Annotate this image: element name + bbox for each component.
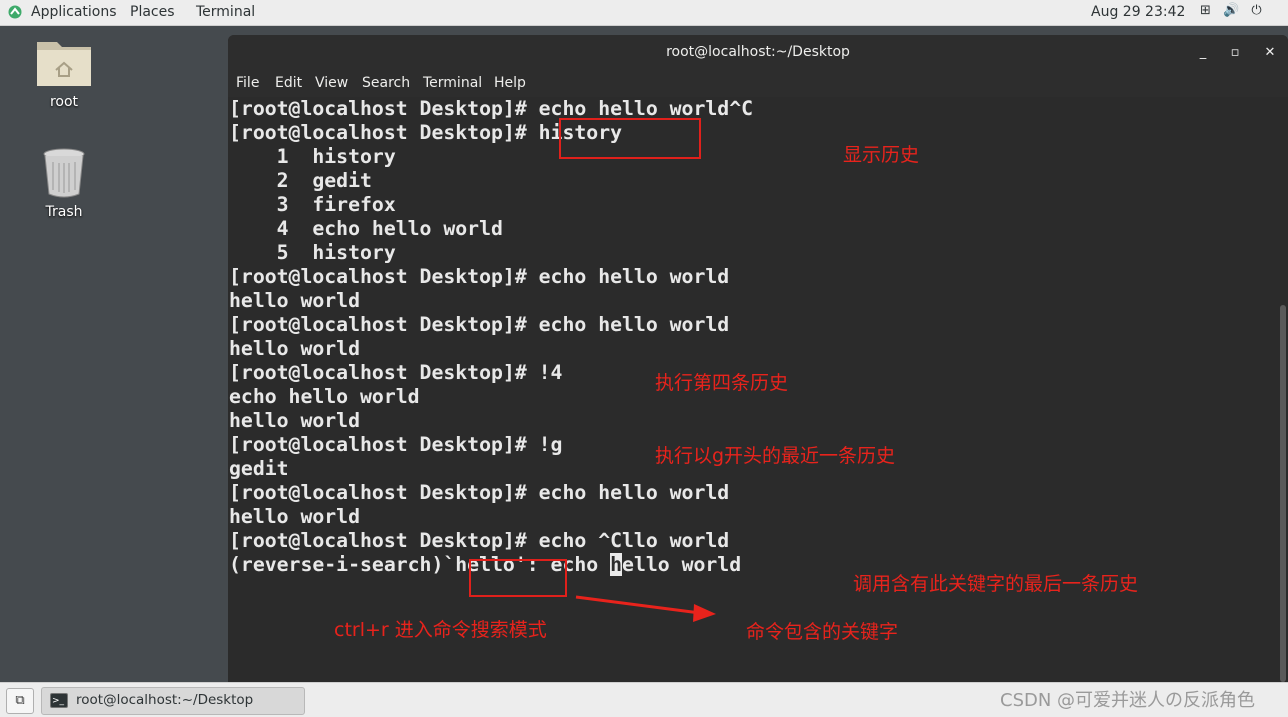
gnome-logo-icon (8, 5, 22, 19)
close-button[interactable]: ✕ (1260, 43, 1280, 63)
minimize-button[interactable]: _ (1193, 43, 1213, 63)
menu-help[interactable]: Help (494, 75, 526, 91)
terminal-line: [root@localhost Desktop]# echo hello wor… (229, 265, 730, 288)
taskbar-window-label: root@localhost:~/Desktop (76, 692, 254, 708)
clock[interactable]: Aug 29 23:42 (1091, 4, 1185, 20)
annotation-run-fourth: 执行第四条历史 (655, 372, 789, 394)
trash-icon (43, 148, 85, 198)
scrollbar-thumb[interactable] (1280, 305, 1286, 682)
desktop-icon-label: root (49, 94, 79, 110)
terminal-line: hello world (229, 409, 361, 432)
terminal-app-menu[interactable]: Terminal (196, 4, 255, 20)
menu-file[interactable]: File (236, 75, 259, 91)
text-cursor: h (610, 553, 623, 576)
keyword-highlight-box (469, 559, 567, 597)
menu-terminal[interactable]: Terminal (423, 75, 482, 91)
terminal-line: gedit (229, 457, 289, 480)
desktop-icon-label: Trash (45, 204, 83, 220)
annotation-show-history: 显示历史 (843, 144, 920, 166)
terminal-line: echo hello world (229, 385, 420, 408)
terminal-line: 2 gedit (229, 169, 372, 192)
menu-view[interactable]: View (315, 75, 348, 91)
terminal-icon: >_ (50, 693, 68, 708)
terminal-line: [root@localhost Desktop]# !4 (229, 361, 563, 384)
show-desktop-button[interactable]: ⧉ (6, 688, 34, 714)
maximize-button[interactable]: ▫ (1225, 43, 1245, 63)
home-folder-icon (37, 42, 91, 86)
window-titlebar[interactable]: root@localhost:~/Desktop _ ▫ ✕ (228, 35, 1288, 71)
annotation-ctrl-r: ctrl+r 进入命令搜索模式 (334, 619, 547, 641)
bottom-panel: ⧉ >_ root@localhost:~/Desktop CSDN @可爱并迷… (0, 682, 1288, 717)
terminal-line: [root@localhost Desktop]# !g (229, 433, 563, 456)
menubar: File Edit View Search Terminal Help (228, 71, 1288, 97)
annotation-run-g: 执行以g开头的最近一条历史 (655, 445, 896, 467)
terminal-line: [root@localhost Desktop]# echo ^Cllo wor… (229, 529, 730, 552)
terminal-line: 4 echo hello world (229, 217, 503, 240)
annotation-call-keyword: 调用含有此关键字的最后一条历史 (853, 573, 1139, 595)
terminal-line: 1 history (229, 145, 396, 168)
terminal-line: hello world (229, 289, 361, 312)
menu-edit[interactable]: Edit (275, 75, 302, 91)
terminal-line: [root@localhost Desktop]# echo hello wor… (229, 481, 730, 504)
terminal-line: hello world (229, 337, 361, 360)
volume-icon: 🔊 (1223, 3, 1240, 18)
history-highlight-box (559, 118, 701, 159)
power-icon: ⏻ (1251, 3, 1262, 18)
window-title: root@localhost:~/Desktop (666, 44, 850, 60)
terminal-line: 3 firefox (229, 193, 396, 216)
terminal-scrollbar[interactable] (1278, 97, 1288, 682)
menu-search[interactable]: Search (362, 75, 410, 91)
annotation-keyword: 命令包含的关键字 (746, 621, 899, 643)
taskbar-window-button[interactable]: >_ root@localhost:~/Desktop (41, 687, 305, 715)
desktop-icon-trash[interactable]: Trash (24, 148, 104, 220)
applications-menu[interactable]: Applications (31, 4, 117, 20)
terminal-line: hello world (229, 505, 361, 528)
terminal-line: 5 history (229, 241, 396, 264)
network-icon: ⊞ (1200, 3, 1211, 18)
search-suffix: ello world (622, 553, 742, 576)
places-menu[interactable]: Places (130, 4, 175, 20)
top-panel: Applications Places Terminal Aug 29 23:4… (0, 0, 1288, 26)
system-tray[interactable]: ⊞ 🔊 ⏻ (1200, 3, 1270, 18)
watermark: CSDN @可爱并迷人の反派角色 (1000, 690, 1256, 711)
desktop-icon-root[interactable]: root (24, 36, 104, 110)
terminal-line: [root@localhost Desktop]# echo hello wor… (229, 313, 730, 336)
